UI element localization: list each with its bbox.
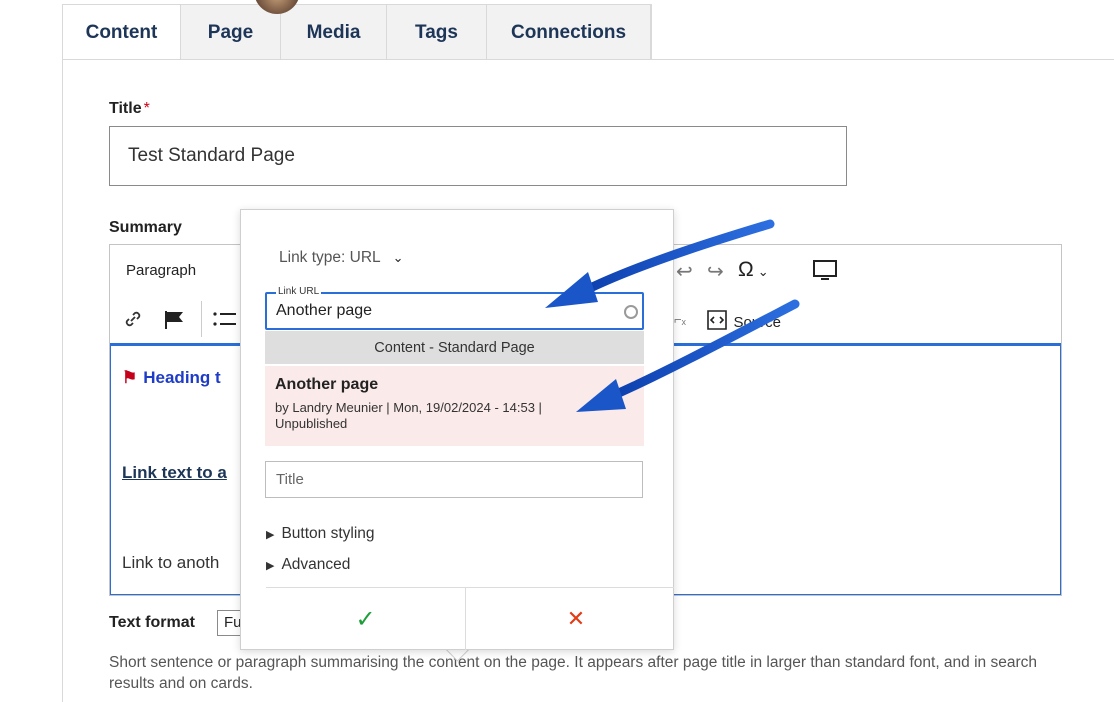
source-icon [705,309,729,336]
button-styling-toggle[interactable]: ▶ Button styling [266,525,375,543]
paragraph-dropdown[interactable]: Paragraph [126,262,196,279]
bullet-list-icon[interactable] [212,309,238,336]
title-label: Title * [109,100,150,117]
link-url-input[interactable]: Another page [276,302,372,320]
autocomplete-group-header: Content - Standard Page [265,331,644,364]
link-url-legend: Link URL [276,286,322,297]
cancel-link-button[interactable]: ✕ [478,588,674,650]
title-input[interactable]: Test Standard Page [109,126,847,186]
summary-label: Summary [109,219,182,236]
editor-heading: ⚑ Heading t [122,368,221,387]
fullscreen-icon[interactable] [812,259,838,286]
autocomplete-result[interactable]: Another page by Landry Meunier | Mon, 19… [265,366,644,446]
tab-media[interactable]: Media [281,5,387,61]
heading-flag-icon: ⚑ [122,368,138,387]
result-meta: by Landry Meunier | Mon, 19/02/2024 - 14… [275,400,542,431]
source-button[interactable]: Source [705,309,781,336]
source-label: Source [733,314,781,331]
tab-connections[interactable]: Connections [487,5,651,61]
checkmark-icon: ✓ [355,605,376,633]
editor-link-text[interactable]: Link text to a [122,463,227,483]
redo-icon[interactable]: ↪ [707,259,724,284]
editor-plain-text: Link to anoth [122,553,220,572]
close-icon: ✕ [566,606,586,631]
tab-bar: Content Page Media Tags Connections [62,4,652,61]
omega-icon[interactable]: Ω ⌄ [738,258,769,282]
toolbar-divider [201,301,202,337]
triangle-right-icon: ▶ [266,560,275,572]
summary-help-text: Short sentence or paragraph summarising … [109,654,1037,692]
tab-content[interactable]: Content [63,5,181,61]
triangle-right-icon: ▶ [266,529,275,541]
chevron-down-icon: ⌄ [392,250,404,265]
required-mark: * [143,100,150,117]
link-type-dropdown[interactable]: Link type: URL ⌄ [279,249,404,267]
tab-tags[interactable]: Tags [387,5,487,61]
text-format-label: Text format [109,614,195,631]
spinner-icon [624,305,638,319]
undo-icon[interactable]: ↩ [676,259,693,284]
tab-page[interactable]: Page [181,5,281,61]
link-title-input[interactable]: Title [265,461,643,498]
advanced-toggle[interactable]: ▶ Advanced [266,556,350,574]
save-link-button[interactable]: ✓ [266,588,466,650]
remove-format-icon[interactable]: ⌐ₓ [674,312,686,327]
link-icon[interactable] [122,308,144,336]
result-title: Another page [275,376,379,393]
flag-icon[interactable] [163,309,187,336]
